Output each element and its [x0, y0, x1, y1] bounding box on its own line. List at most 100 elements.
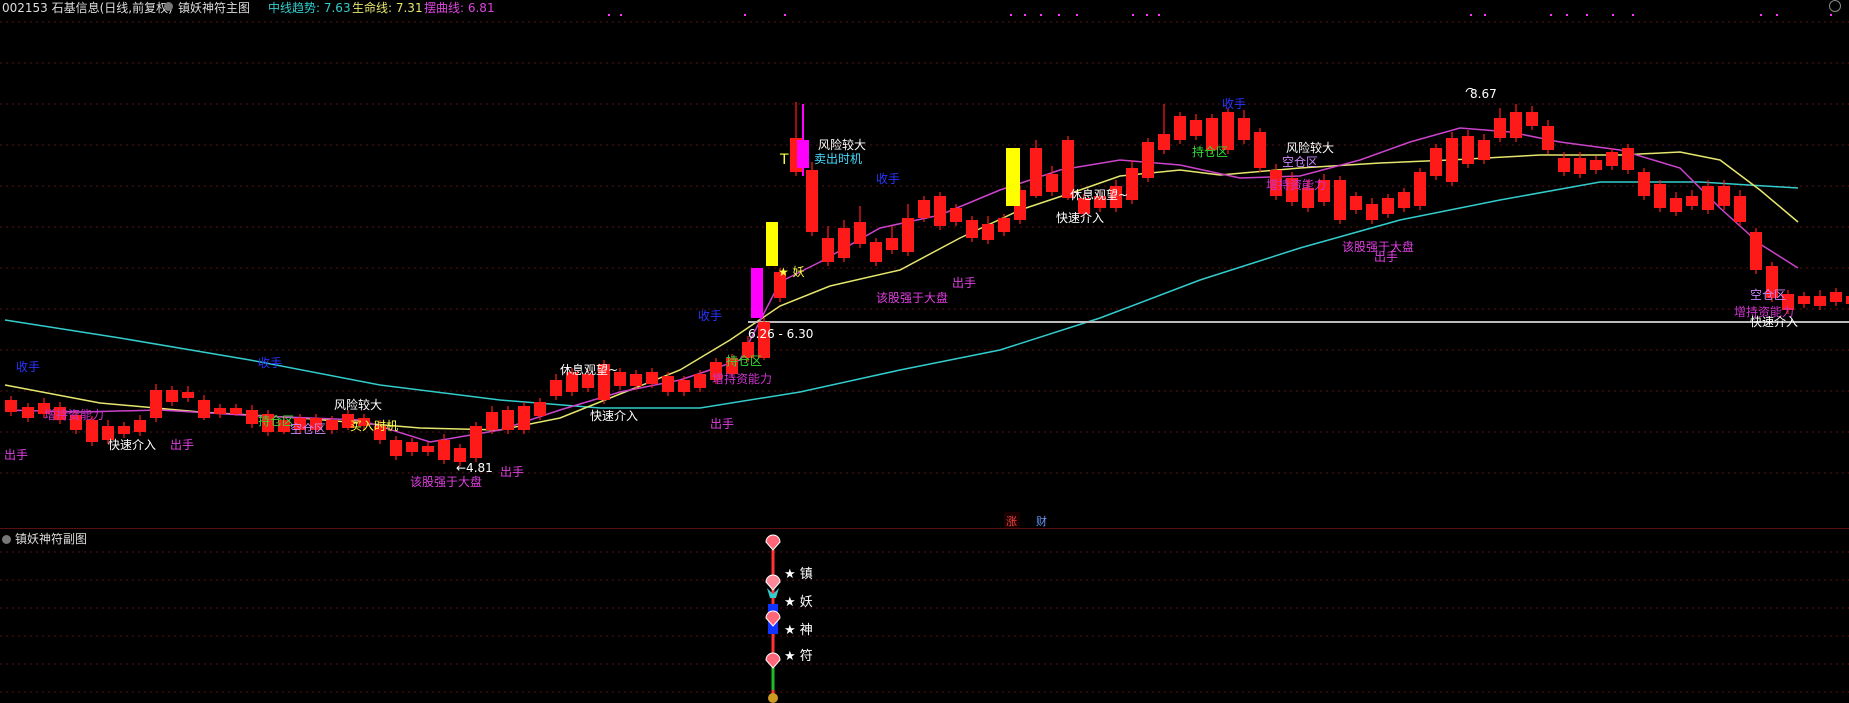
- annotation-label: 收手: [698, 309, 722, 323]
- candle-body: [1622, 148, 1634, 170]
- annotation-label: 空仓区: [290, 422, 326, 436]
- signal-dot: [1830, 14, 1832, 16]
- annotation-label: 出手: [4, 448, 28, 462]
- candle-body: [630, 374, 642, 386]
- signal-dot: [620, 14, 622, 16]
- signal-dot: [1010, 14, 1012, 16]
- annotation-label: 收手: [258, 356, 282, 370]
- candle-body: [246, 410, 258, 424]
- candle-body: [1606, 152, 1618, 166]
- candle-body: [1398, 192, 1410, 208]
- candle-body: [1174, 116, 1186, 140]
- candle-body: [326, 420, 338, 430]
- annotation-label: 收手: [16, 360, 40, 374]
- panel-divider: [0, 528, 1849, 529]
- candle-body: [646, 372, 658, 384]
- candle-body: [1366, 204, 1378, 220]
- candle-body: [934, 196, 946, 226]
- candle-body: [86, 420, 98, 442]
- candle-body: [998, 218, 1010, 232]
- candle-body: [22, 407, 34, 418]
- low-price-label: ←4.81: [456, 461, 493, 475]
- indicator-name[interactable]: 镇妖神符主图: [178, 0, 250, 16]
- close-icon[interactable]: [1829, 0, 1841, 12]
- candle-body: [1350, 196, 1362, 210]
- range-price-label: 6.26 - 6.30: [748, 327, 813, 341]
- signal-dot: [1158, 14, 1160, 16]
- candle-body: [1510, 112, 1522, 138]
- candle-body: [678, 380, 690, 392]
- candle-body: [150, 390, 162, 418]
- sub-panel-title[interactable]: 镇妖神符副图: [2, 530, 87, 547]
- sub-chart[interactable]: ★ 镇 ★ 妖 ★ 神 ★ 符: [0, 530, 1849, 703]
- signal-dot: [1470, 14, 1472, 16]
- annotation-label: 出手: [170, 438, 194, 452]
- candle-body: [1142, 142, 1154, 178]
- annotation-label: 增持资能力: [712, 371, 772, 386]
- candle-body: [918, 200, 930, 218]
- annotation-label: 收手: [876, 172, 900, 186]
- signal-dot: [1776, 14, 1778, 16]
- annotation-label: 快速介入: [590, 409, 638, 423]
- candle-body: [182, 392, 194, 398]
- chevron-down-icon[interactable]: [164, 2, 173, 11]
- candle-body: [1830, 292, 1842, 302]
- swing-line-value: 摆曲线: 6.81: [424, 1, 495, 15]
- annotation-label: 出手: [1374, 250, 1398, 264]
- swing-line: [4, 127, 1799, 443]
- candle-body: [1158, 134, 1170, 150]
- signal-dot: [1612, 14, 1614, 16]
- yao-bar: [751, 268, 763, 318]
- candle-body: [1654, 184, 1666, 208]
- sub-signal-marker: [765, 652, 781, 669]
- candle-body: [1382, 198, 1394, 214]
- candle-body: [1590, 160, 1602, 170]
- signal-dot: [1146, 14, 1148, 16]
- signal-dot: [1132, 14, 1134, 16]
- annotation-label: 出手: [952, 276, 976, 290]
- annotation-label: 卖出时机: [814, 152, 862, 166]
- signal-dot: [784, 14, 786, 16]
- annotation-label: 风险较大: [334, 397, 382, 412]
- signal-dot: [1632, 14, 1634, 16]
- zhang-badge: 涨: [1006, 515, 1017, 528]
- mid-trend-value: 中线趋势: 7.63: [268, 1, 351, 15]
- candle-body: [1430, 148, 1442, 176]
- annotation-label: 快速介入: [1056, 211, 1104, 225]
- candle-body: [870, 242, 882, 262]
- signal-dot: [1550, 14, 1552, 16]
- annotation-label: ★ 妖: [778, 265, 805, 279]
- candle-body: [662, 376, 674, 392]
- candle-body: [1334, 180, 1346, 220]
- annotation-label: 该股强于大盘: [410, 474, 482, 489]
- signal-dot: [1586, 14, 1588, 16]
- candle-body: [454, 448, 466, 462]
- annotation-label: 该股强于大盘: [876, 290, 948, 305]
- candle-body: [886, 238, 898, 250]
- signal-dot: [1760, 14, 1762, 16]
- signal-dot: [1024, 14, 1026, 16]
- candle-body: [406, 442, 418, 452]
- chevron-down-icon[interactable]: [2, 535, 11, 544]
- annotation-label: 空仓区: [1282, 155, 1318, 169]
- main-chart[interactable]: T←4.816.26 - 6.308.67收手增持资能力出手快速介入 出手收手持仓…: [0, 0, 1849, 528]
- annotation-label: 休息观望~: [1070, 187, 1128, 202]
- candle-body: [214, 408, 226, 414]
- annotation-label: 持仓区: [1192, 144, 1228, 159]
- annotation-label: 风险较大: [1286, 140, 1334, 155]
- candle-body: [486, 412, 498, 430]
- sub-star-label: ★ 妖: [784, 595, 813, 610]
- candle-body: [518, 406, 530, 430]
- candle-body: [1702, 186, 1714, 210]
- candle-body: [1670, 198, 1682, 212]
- signal-dot: [1484, 14, 1486, 16]
- candle-body: [166, 390, 178, 402]
- candle-body: [1814, 296, 1826, 306]
- annotation-label: 出手: [500, 465, 524, 479]
- zhen-bar: [1006, 148, 1020, 206]
- annotation-label: 持仓区: [726, 353, 762, 368]
- signal-dot: [608, 14, 610, 16]
- candle-body: [422, 446, 434, 452]
- signal-dot: [1566, 14, 1568, 16]
- candle-body: [198, 400, 210, 418]
